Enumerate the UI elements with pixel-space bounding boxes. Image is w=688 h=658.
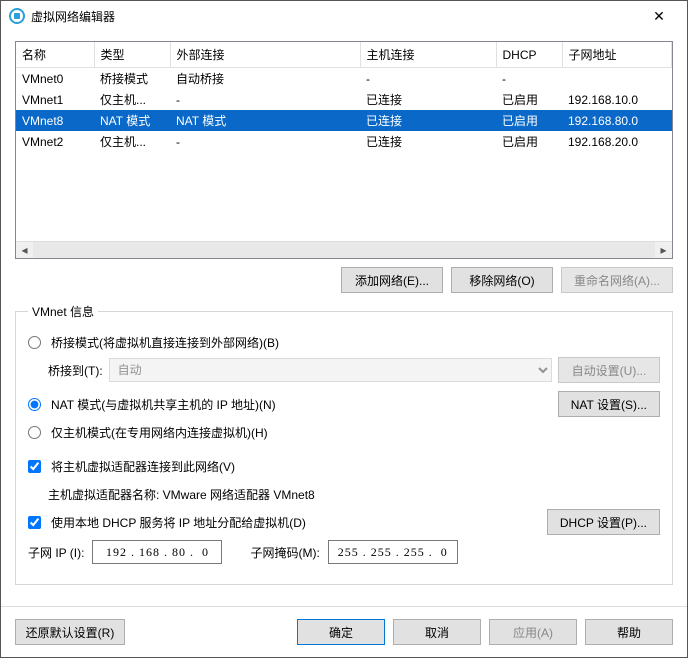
- table-cell: 已启用: [496, 110, 562, 131]
- vmnet-info-group: VMnet 信息 桥接模式(将虚拟机直接连接到外部网络)(B) 桥接到(T): …: [15, 303, 673, 585]
- scroll-right-icon[interactable]: ▸: [655, 242, 672, 258]
- col-subnet[interactable]: 子网地址: [562, 42, 672, 68]
- table-cell: -: [360, 68, 496, 90]
- nat-label: NAT 模式(与虚拟机共享主机的 IP 地址)(N): [51, 396, 276, 413]
- table-cell: VMnet1: [16, 89, 94, 110]
- table-button-row: 添加网络(E)... 移除网络(O) 重命名网络(A)...: [15, 259, 673, 303]
- network-table: 名称 类型 外部连接 主机连接 DHCP 子网地址 VMnet0桥接模式自动桥接…: [15, 41, 673, 259]
- table-cell: 仅主机...: [94, 89, 170, 110]
- subnet-ip-label: 子网 IP (I):: [28, 544, 84, 561]
- table-row[interactable]: VMnet1仅主机...-已连接已启用192.168.10.0: [16, 89, 672, 110]
- col-name[interactable]: 名称: [16, 42, 94, 68]
- col-type[interactable]: 类型: [94, 42, 170, 68]
- table-cell: [562, 68, 672, 90]
- window-title: 虚拟网络编辑器: [31, 8, 639, 25]
- ok-button[interactable]: 确定: [297, 619, 385, 645]
- connect-adapter-checkbox[interactable]: [28, 460, 41, 473]
- table-cell: NAT 模式: [170, 110, 360, 131]
- table-cell: 自动桥接: [170, 68, 360, 90]
- scroll-track[interactable]: [33, 242, 655, 258]
- nat-radio[interactable]: [28, 398, 41, 411]
- table-row[interactable]: VMnet0桥接模式自动桥接--: [16, 68, 672, 90]
- rename-network-button: 重命名网络(A)...: [561, 267, 673, 293]
- table-cell: NAT 模式: [94, 110, 170, 131]
- content-area: 名称 类型 外部连接 主机连接 DHCP 子网地址 VMnet0桥接模式自动桥接…: [1, 31, 687, 606]
- table-cell: 仅主机...: [94, 131, 170, 152]
- table-cell: -: [170, 89, 360, 110]
- apply-button: 应用(A): [489, 619, 577, 645]
- use-dhcp-label: 使用本地 DHCP 服务将 IP 地址分配给虚拟机(D): [51, 514, 306, 531]
- table-cell: -: [170, 131, 360, 152]
- table-cell: VMnet8: [16, 110, 94, 131]
- table-cell: 已连接: [360, 131, 496, 152]
- restore-defaults-button[interactable]: 还原默认设置(R): [15, 619, 125, 645]
- col-ext[interactable]: 外部连接: [170, 42, 360, 68]
- subnet-ip-input[interactable]: [92, 540, 222, 564]
- close-icon[interactable]: ✕: [639, 2, 679, 30]
- hostonly-radio[interactable]: [28, 426, 41, 439]
- use-dhcp-row[interactable]: 使用本地 DHCP 服务将 IP 地址分配给虚拟机(D) DHCP 设置(P).…: [28, 508, 660, 536]
- table-cell: 192.168.10.0: [562, 89, 672, 110]
- bridge-to-row: 桥接到(T): 自动 自动设置(U)...: [28, 356, 660, 384]
- subnet-mask-label: 子网掩码(M):: [250, 544, 319, 561]
- connect-adapter-row[interactable]: 将主机虚拟适配器连接到此网络(V): [28, 452, 660, 480]
- table-row[interactable]: VMnet8NAT 模式NAT 模式已连接已启用192.168.80.0: [16, 110, 672, 131]
- help-button[interactable]: 帮助: [585, 619, 673, 645]
- table-cell: 192.168.80.0: [562, 110, 672, 131]
- bridge-to-label: 桥接到(T):: [48, 362, 103, 379]
- bridge-to-select: 自动: [109, 358, 552, 382]
- auto-settings-button: 自动设置(U)...: [558, 357, 660, 383]
- table-cell: 已启用: [496, 89, 562, 110]
- subnet-mask-input[interactable]: [328, 540, 458, 564]
- group-legend: VMnet 信息: [28, 303, 98, 320]
- horizontal-scrollbar[interactable]: ◂ ▸: [16, 241, 672, 258]
- app-icon: [9, 8, 25, 24]
- hostonly-radio-row[interactable]: 仅主机模式(在专用网络内连接虚拟机)(H): [28, 418, 660, 446]
- add-network-button[interactable]: 添加网络(E)...: [341, 267, 443, 293]
- table-cell: 已启用: [496, 131, 562, 152]
- footer: 还原默认设置(R) 确定 取消 应用(A) 帮助: [1, 606, 687, 657]
- scroll-left-icon[interactable]: ◂: [16, 242, 33, 258]
- titlebar: 虚拟网络编辑器 ✕: [1, 1, 687, 31]
- table-cell: 已连接: [360, 89, 496, 110]
- nat-radio-row[interactable]: NAT 模式(与虚拟机共享主机的 IP 地址)(N) NAT 设置(S)...: [28, 390, 660, 418]
- connect-adapter-label: 将主机虚拟适配器连接到此网络(V): [51, 458, 235, 475]
- table-row[interactable]: VMnet2仅主机...-已连接已启用192.168.20.0: [16, 131, 672, 152]
- table-header-row: 名称 类型 外部连接 主机连接 DHCP 子网地址: [16, 42, 672, 68]
- virtual-network-editor-window: 虚拟网络编辑器 ✕ 名称 类型 外部连接 主机连接 DHCP 子网地址 VMne…: [0, 0, 688, 658]
- nat-settings-button[interactable]: NAT 设置(S)...: [558, 391, 660, 417]
- adapter-name-text: 主机虚拟适配器名称: VMware 网络适配器 VMnet8: [48, 486, 315, 503]
- table-cell: -: [496, 68, 562, 90]
- hostonly-label: 仅主机模式(在专用网络内连接虚拟机)(H): [51, 424, 268, 441]
- table-cell: 192.168.20.0: [562, 131, 672, 152]
- subnet-row: 子网 IP (I): 子网掩码(M):: [28, 536, 660, 572]
- table-cell: 桥接模式: [94, 68, 170, 90]
- table-cell: VMnet2: [16, 131, 94, 152]
- bridged-label: 桥接模式(将虚拟机直接连接到外部网络)(B): [51, 334, 279, 351]
- table-cell: 已连接: [360, 110, 496, 131]
- dhcp-settings-button[interactable]: DHCP 设置(P)...: [547, 509, 660, 535]
- col-dhcp[interactable]: DHCP: [496, 42, 562, 68]
- bridged-radio-row[interactable]: 桥接模式(将虚拟机直接连接到外部网络)(B): [28, 328, 660, 356]
- col-host[interactable]: 主机连接: [360, 42, 496, 68]
- cancel-button[interactable]: 取消: [393, 619, 481, 645]
- adapter-name-row: 主机虚拟适配器名称: VMware 网络适配器 VMnet8: [28, 480, 660, 508]
- table-cell: VMnet0: [16, 68, 94, 90]
- remove-network-button[interactable]: 移除网络(O): [451, 267, 553, 293]
- bridged-radio[interactable]: [28, 336, 41, 349]
- use-dhcp-checkbox[interactable]: [28, 516, 41, 529]
